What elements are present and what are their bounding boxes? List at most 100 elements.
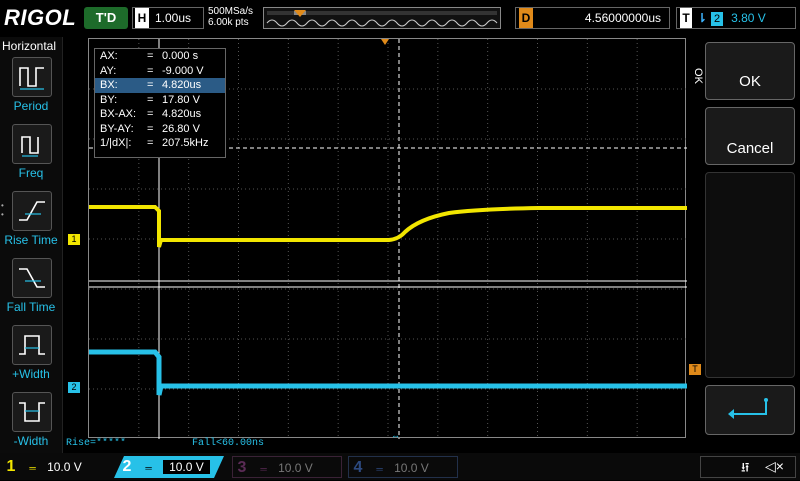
ch3-tab[interactable]: 3 ═ 10.0 V bbox=[232, 456, 342, 478]
timebase-display[interactable]: H 1.00us bbox=[132, 7, 204, 29]
freq-button[interactable] bbox=[12, 124, 52, 164]
ch2-scale: 10.0 V bbox=[163, 460, 210, 474]
cursor-delta-icon: ↔ bbox=[391, 430, 400, 440]
cursor-key: BY-AY: bbox=[100, 122, 134, 135]
cursor-equals: = bbox=[147, 93, 154, 106]
cursor-row: 1/|dX|: = 207.5kHz bbox=[95, 136, 225, 151]
ch4-number: 4 bbox=[353, 459, 363, 476]
positive-width-label: +Width bbox=[12, 367, 50, 381]
trigger-time-marker bbox=[381, 39, 389, 45]
cursor-key: AY: bbox=[100, 64, 117, 77]
cursor-value: 207.5kHz bbox=[162, 137, 209, 149]
panel-title: Horizontal bbox=[2, 39, 57, 53]
delay-display[interactable]: D 4.56000000us bbox=[515, 7, 670, 29]
memory-overview-waveform bbox=[266, 10, 498, 27]
measure-panel: Horizontal Period Freq • • Rise Time Fall… bbox=[0, 37, 63, 453]
cursor-row: AX: = 0.000 s bbox=[95, 49, 225, 64]
ch3-number: 3 bbox=[237, 459, 247, 476]
fall-time-icon bbox=[19, 268, 45, 288]
enter-icon bbox=[728, 398, 768, 419]
panel-page-dots: • • bbox=[1, 201, 4, 219]
brand-logo: RIGOL bbox=[4, 5, 77, 30]
trigger-badge: T bbox=[680, 8, 692, 28]
freq-label: Freq bbox=[18, 166, 44, 180]
cursor-value: 0.000 s bbox=[162, 50, 199, 62]
memory-depth: 6.00k pts bbox=[208, 17, 249, 28]
cursor-key: BY: bbox=[100, 93, 118, 106]
cursor-key: AX: bbox=[100, 50, 118, 62]
cursor-key: BX-AX: bbox=[100, 108, 137, 120]
rise-time-label: Rise Time bbox=[4, 233, 58, 247]
ch2-tab[interactable]: 2 ═ 10.0 V bbox=[114, 456, 224, 478]
ch2-coupling-icon: ═ bbox=[145, 463, 152, 473]
cursor-value: -9.000 V bbox=[162, 64, 204, 77]
period-icon bbox=[19, 67, 44, 90]
acquisition-info: 500MSa/s 6.00k pts bbox=[208, 6, 253, 28]
trigger-level-marker[interactable]: T bbox=[689, 364, 701, 375]
status-area: ⭿ ◁× bbox=[700, 456, 796, 478]
ch2-offset-marker[interactable]: 2 bbox=[68, 382, 80, 393]
cursor-equals: = bbox=[147, 64, 154, 77]
trigger-display[interactable]: T ⇂ 2 3.80 V bbox=[676, 7, 796, 29]
sample-rate: 500MSa/s bbox=[208, 6, 254, 17]
cursor-row: BY: = 17.80 V bbox=[95, 93, 225, 108]
cursor-row: AY: = -9.000 V bbox=[95, 64, 225, 79]
fall-time-label: Fall Time bbox=[6, 300, 56, 314]
cursor-key: BX: bbox=[100, 79, 118, 91]
ch4-tab[interactable]: 4 ═ 10.0 V bbox=[348, 456, 458, 478]
trigger-level: 3.80 V bbox=[731, 11, 766, 25]
ch4-coupling-icon: ═ bbox=[376, 464, 383, 474]
negative-width-button[interactable] bbox=[12, 392, 52, 432]
timebase-value: 1.00us bbox=[155, 11, 192, 25]
cursor-equals: = bbox=[147, 122, 154, 135]
negative-width-label: -Width bbox=[13, 434, 49, 448]
freq-icon bbox=[21, 136, 39, 157]
cursor-equals: = bbox=[147, 108, 154, 120]
ok-label: OK bbox=[739, 73, 761, 90]
fall-measurement: Fall<60.00ns bbox=[192, 438, 265, 449]
cancel-button[interactable]: Cancel bbox=[705, 107, 795, 165]
cursor-value: 4.820us bbox=[162, 79, 202, 91]
ch3-scale: 10.0 V bbox=[278, 461, 313, 475]
usb-icon: ⭿ bbox=[741, 460, 750, 475]
ch1-offset-marker[interactable]: 1 bbox=[68, 234, 80, 245]
run-status-button[interactable]: T'D bbox=[84, 7, 128, 29]
positive-width-icon bbox=[19, 335, 45, 355]
cursor-equals: = bbox=[147, 50, 154, 62]
cursor-equals: = bbox=[147, 137, 154, 149]
positive-width-button[interactable] bbox=[12, 325, 52, 365]
period-label: Period bbox=[13, 99, 49, 113]
cursor-key: 1/|dX|: bbox=[100, 137, 132, 149]
rise-time-icon bbox=[19, 201, 45, 221]
ok-button[interactable]: OK bbox=[705, 42, 795, 100]
ch1-number: 1 bbox=[6, 458, 16, 475]
falling-edge-icon: ⇂ bbox=[697, 11, 708, 25]
cursor-readout: AX: = 0.000 s AY: = -9.000 V BX: = 4.820us BY: = 17… bbox=[94, 48, 226, 158]
cursor-value: 17.80 V bbox=[162, 93, 200, 106]
memory-overview-bar[interactable] bbox=[263, 7, 501, 29]
cursor-row: BX: = 4.820us bbox=[95, 78, 225, 93]
negative-width-icon bbox=[19, 402, 45, 422]
ch1-coupling-icon: ═ bbox=[29, 463, 36, 473]
cancel-label: Cancel bbox=[726, 140, 774, 157]
cursor-equals: = bbox=[147, 79, 154, 91]
enter-button[interactable] bbox=[705, 385, 795, 435]
horizontal-badge: H bbox=[135, 8, 149, 28]
speaker-muted-icon[interactable]: ◁× bbox=[765, 458, 784, 475]
rise-time-button[interactable] bbox=[12, 191, 52, 231]
delay-badge: D bbox=[519, 8, 533, 28]
trigger-channel: 2 bbox=[711, 12, 724, 26]
cursor-row: BY-AY: = 26.80 V bbox=[95, 122, 225, 137]
ch3-coupling-icon: ═ bbox=[260, 464, 267, 474]
period-button[interactable] bbox=[12, 57, 52, 97]
cursor-value: 4.820us bbox=[162, 108, 202, 120]
ch1-scale: 10.0 V bbox=[47, 460, 82, 474]
cursor-row: BX-AX: = 4.820us bbox=[95, 107, 225, 122]
cursor-value: 26.80 V bbox=[162, 122, 200, 135]
fall-time-button[interactable] bbox=[12, 258, 52, 298]
rise-measurement: Rise=***** bbox=[66, 438, 127, 449]
ok-side-label: OK bbox=[691, 68, 704, 84]
ch1-tab[interactable]: 1 ═ 10.0 V bbox=[2, 456, 112, 478]
ch4-scale: 10.0 V bbox=[394, 461, 429, 475]
delay-value: 4.56000000us bbox=[584, 11, 661, 25]
